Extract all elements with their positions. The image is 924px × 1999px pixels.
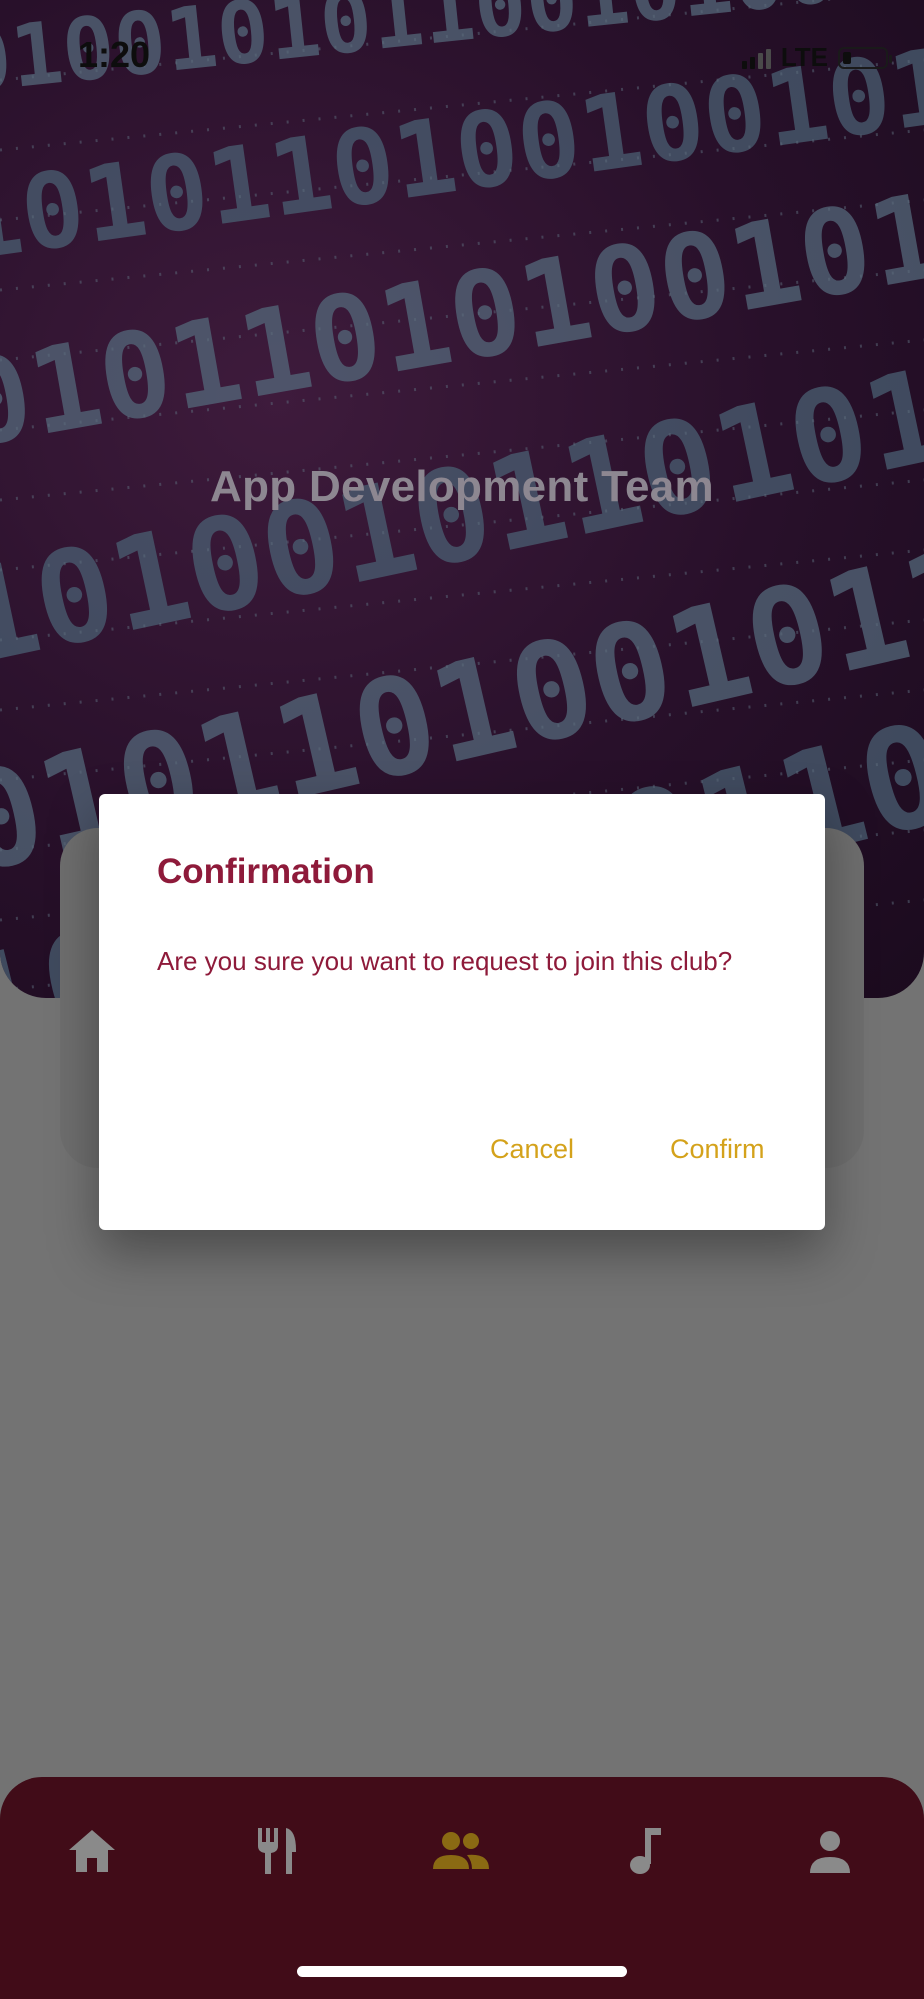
dining-icon	[258, 1828, 296, 1874]
dialog-title: Confirmation	[157, 852, 375, 891]
battery-icon	[838, 46, 892, 69]
nav-dining[interactable]	[247, 1821, 307, 1881]
nav-home[interactable]	[62, 1821, 122, 1881]
club-title: App Development Team	[210, 462, 714, 511]
network-label: LTE	[780, 42, 828, 72]
confirmation-dialog: Confirmation Are you sure you want to re…	[99, 794, 825, 1230]
home-icon	[69, 1830, 115, 1872]
cancel-button[interactable]: Cancel	[490, 1134, 574, 1165]
status-indicators: LTE	[741, 42, 892, 73]
profile-icon	[810, 1831, 850, 1873]
home-indicator	[297, 1966, 627, 1977]
nav-music[interactable]	[615, 1821, 675, 1881]
music-icon	[630, 1828, 661, 1874]
signal-icon	[741, 47, 771, 69]
nav-profile[interactable]	[800, 1821, 860, 1881]
bottom-navigation	[0, 1777, 924, 1999]
nav-clubs[interactable]	[431, 1821, 491, 1881]
status-time: 1:20	[78, 34, 151, 75]
clubs-icon	[433, 1832, 489, 1869]
confirm-button[interactable]: Confirm	[670, 1134, 765, 1165]
dialog-message: Are you sure you want to request to join…	[157, 946, 733, 976]
